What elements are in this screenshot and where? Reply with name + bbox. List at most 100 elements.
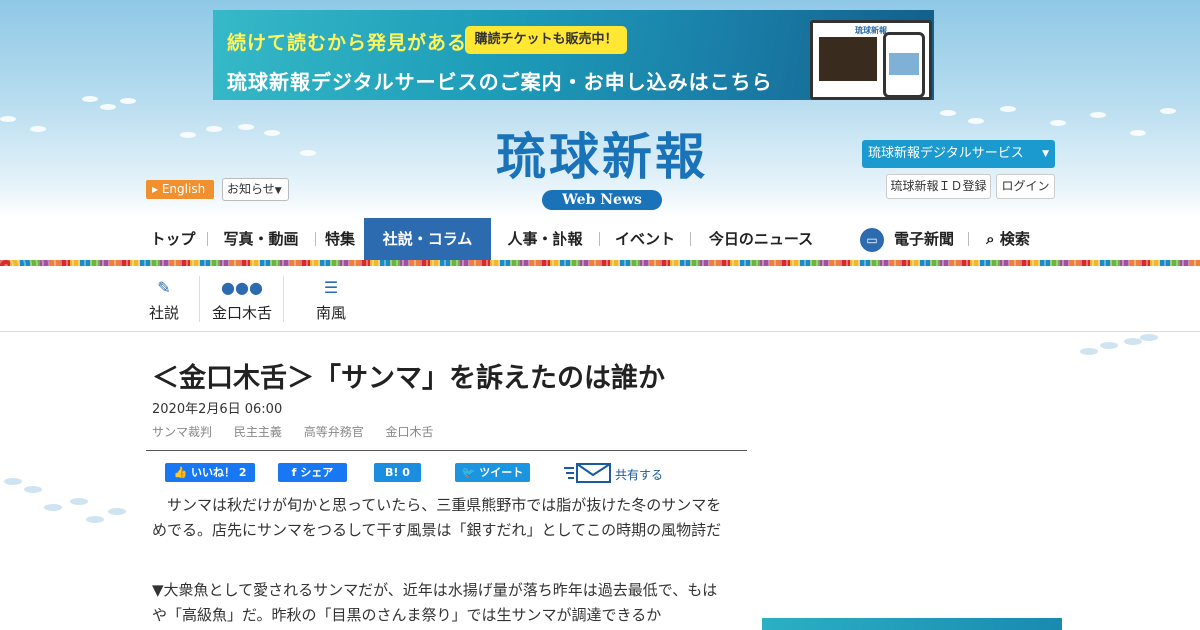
- fish-decoration: [1080, 348, 1098, 355]
- fish-decoration: [1140, 334, 1158, 341]
- fish-decoration: [108, 508, 126, 515]
- subnav-item-nanpu[interactable]: ☰ 南風: [312, 266, 350, 332]
- fish-decoration: [1160, 108, 1176, 114]
- share-label[interactable]: 共有する: [615, 466, 663, 483]
- nav-item-e-paper[interactable]: ▭ 電子新聞: [852, 218, 962, 260]
- english-button[interactable]: ▸ English: [146, 180, 214, 199]
- nav-item-personnel[interactable]: 人事・訃報: [500, 218, 590, 260]
- fish-decoration: [1090, 112, 1106, 118]
- facebook-icon: f: [291, 466, 297, 479]
- banner-subline: 琉球新報デジタルサービスのご案内・お申し込みはこちら: [227, 70, 773, 94]
- login-button[interactable]: ログイン: [996, 174, 1055, 199]
- id-register-button[interactable]: 琉球新報ＩＤ登録: [886, 174, 991, 199]
- banner-headline: 続けて読むから発見がある: [227, 32, 468, 54]
- fish-decoration: [70, 498, 88, 505]
- tag-link[interactable]: サンマ裁判: [152, 425, 212, 439]
- fish-decoration: [4, 478, 22, 485]
- tag-link[interactable]: 高等弁務官: [304, 425, 364, 439]
- hatena-bookmark-button[interactable]: B! 0: [374, 463, 421, 482]
- fish-decoration: [1124, 338, 1142, 345]
- fish-decoration: [1050, 120, 1066, 126]
- fish-decoration: [300, 150, 316, 156]
- subnav-label: 社説: [148, 304, 179, 322]
- fish-decoration: [264, 130, 280, 136]
- fish-decoration: [206, 126, 222, 132]
- fish-decoration: [24, 486, 42, 493]
- article-date: 2020年2月6日 06:00: [152, 402, 283, 417]
- fish-decoration: [86, 516, 104, 523]
- sub-nav: ✎ 社説 ●●● 金口木舌 ☰ 南風: [0, 266, 1200, 332]
- twitter-bird-icon: 🐦: [461, 466, 476, 479]
- notice-label: お知らせ: [227, 182, 275, 196]
- article-title: ＜金口木舌＞「サンマ」を訴えたのは誰か: [152, 363, 665, 394]
- search-icon: ⌕: [986, 230, 995, 248]
- facebook-like-button[interactable]: 👍 いいね！ 2: [165, 463, 255, 482]
- fish-decoration: [238, 124, 254, 130]
- message-icon: ☰: [323, 278, 339, 297]
- nav-separator: [968, 232, 969, 246]
- fish-decoration: [30, 126, 46, 132]
- e-paper-label: 電子新聞: [893, 230, 954, 248]
- site-logo[interactable]: 琉球新報 Web News: [452, 126, 752, 210]
- monitor-icon: ▭: [859, 227, 884, 252]
- nav-item-top[interactable]: トップ: [146, 218, 200, 260]
- subnav-item-editorial[interactable]: ✎ 社説: [146, 266, 182, 332]
- article-paragraph: ▼大衆魚として愛されるサンマだが、近年は水揚げ量が落ち昨年は過去最低で、もはや「…: [152, 581, 718, 624]
- subnav-label: 金口木舌: [211, 304, 272, 322]
- digital-service-banner[interactable]: 続けて読むから発見がある 購読チケットも販売中！ 琉球新報デジタルサービスのご案…: [213, 10, 934, 100]
- fish-decoration: [82, 96, 98, 102]
- fish-decoration: [180, 132, 196, 138]
- like-label: いいね！ 2: [191, 466, 247, 479]
- english-label: English: [161, 182, 206, 196]
- tweet-label: ツイート: [479, 466, 524, 479]
- main-nav: トップ 写真・動画 特集 社説・コラム 人事・訃報 イベント 今日のニュース ▭…: [0, 218, 1200, 260]
- fish-decoration: [100, 104, 116, 110]
- nav-item-events[interactable]: イベント: [608, 218, 682, 260]
- article-paragraph: サンマは秋だけが旬かと思っていたら、三重県熊野市では脂が抜けた冬のサンマをめでる…: [152, 496, 722, 539]
- nav-item-photo-video[interactable]: 写真・動画: [216, 218, 306, 260]
- nav-separator: [690, 232, 691, 246]
- nav-item-editorial[interactable]: 社説・コラム: [364, 218, 491, 260]
- fish-decoration: [44, 504, 62, 511]
- tweet-button[interactable]: 🐦 ツイート: [455, 463, 530, 482]
- play-arrow-icon: ▸: [152, 182, 162, 196]
- fish-decoration: [968, 118, 984, 124]
- phone-screen: [889, 53, 919, 75]
- fish-decoration: [1000, 106, 1016, 112]
- nav-item-features[interactable]: 特集: [320, 218, 360, 260]
- tag-link[interactable]: 金口木舌: [386, 425, 434, 439]
- nav-item-search[interactable]: ⌕ 検索: [978, 218, 1038, 260]
- nav-item-today-news[interactable]: 今日のニュース: [700, 218, 822, 260]
- divider: [146, 450, 747, 451]
- phone-illustration: [883, 32, 925, 98]
- nav-separator: [599, 232, 600, 246]
- envelope-icon[interactable]: [564, 462, 612, 484]
- banner-ticket-badge: 購読チケットも販売中！: [465, 26, 627, 54]
- notice-dropdown[interactable]: お知らせ▼: [222, 178, 289, 201]
- fish-decoration: [940, 110, 956, 116]
- subnav-item-kinkuchi[interactable]: ●●● 金口木舌: [206, 266, 278, 332]
- fish-decoration: [1100, 342, 1118, 349]
- nav-separator: [315, 232, 316, 246]
- thumbs-up-icon: 👍: [173, 466, 188, 479]
- digital-service-dropdown[interactable]: 琉球新報デジタルサービス ▼: [862, 140, 1055, 168]
- subnav-separator: [283, 276, 284, 322]
- logo-name: 琉球新報: [496, 127, 708, 186]
- fish-decoration: [1130, 130, 1146, 136]
- article-tags: サンマ裁判 民主主義 高等弁務官 金口木舌: [152, 423, 452, 440]
- subnav-separator: [199, 276, 200, 322]
- fb-share-label: シェア: [300, 466, 334, 479]
- pen-icon: ✎: [157, 278, 171, 297]
- digital-label: 琉球新報デジタルサービス: [868, 146, 1024, 161]
- facebook-share-button[interactable]: f シェア: [278, 463, 347, 482]
- speech-bubble-icon: ●●●: [221, 278, 263, 297]
- fish-decoration: [0, 116, 16, 122]
- tag-link[interactable]: 民主主義: [234, 425, 282, 439]
- subnav-label: 南風: [315, 304, 346, 322]
- logo-subtitle: Web News: [542, 190, 662, 210]
- caret-down-icon: ▼: [1042, 149, 1049, 159]
- search-label: 検索: [999, 230, 1030, 248]
- caret-down-icon: ▼: [274, 186, 282, 196]
- fish-decoration: [120, 98, 136, 104]
- sidebar-ad-banner[interactable]: [762, 618, 1062, 630]
